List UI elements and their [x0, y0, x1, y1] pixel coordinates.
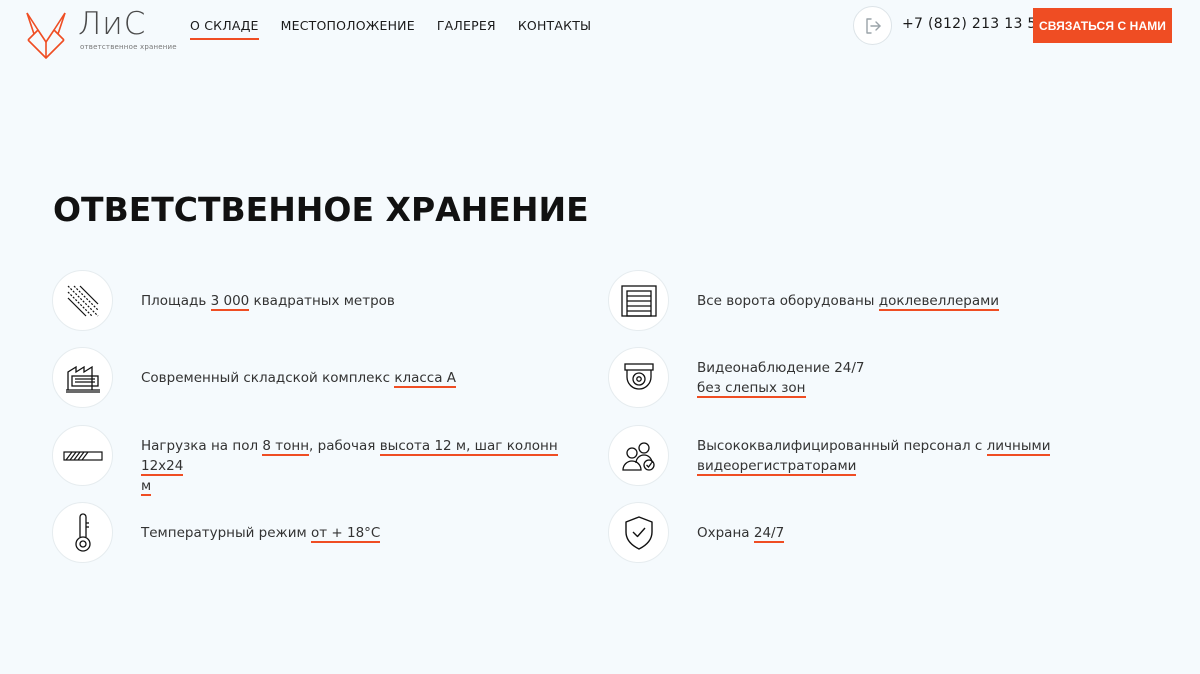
main-nav: О складе Местоположение Галерея Контакты — [190, 18, 591, 40]
feature-highlight: личными — [986, 438, 1051, 456]
nav-item-gallery[interactable]: Галерея — [437, 18, 496, 40]
nav-item-contacts[interactable]: Контакты — [518, 18, 591, 40]
staff-icon — [608, 425, 669, 486]
feature-highlight: видеорегистраторами — [697, 458, 857, 476]
feature-highlight: от + 18°С — [310, 525, 381, 543]
feature-highlight: класса А — [394, 370, 457, 388]
gate-icon — [608, 270, 669, 331]
feature-gates: Все ворота оборудованы доклевеллерами — [608, 270, 1168, 332]
page-title: ОТВЕТСТВЕННОЕ ХРАНЕНИЕ — [53, 190, 589, 229]
header: ЛиС ответственное хранение О складе Мест… — [0, 0, 1200, 60]
nav-item-location[interactable]: Местоположение — [281, 18, 415, 40]
feature-class: Современный складской комплекс класса А — [52, 347, 572, 409]
feature-highlight: 24/7 — [753, 525, 785, 543]
feature-highlight: м — [141, 478, 152, 496]
camera-icon — [608, 347, 669, 408]
feature-load-text: Нагрузка на пол 8 тонн, рабочая высота 1… — [141, 438, 558, 496]
feature-load: Нагрузка на пол 8 тонн, рабочая высота 1… — [52, 425, 572, 496]
area-hatch-icon — [52, 270, 113, 331]
floor-load-icon — [52, 425, 113, 486]
phone-number[interactable]: +7 (812) 213 13 55 — [902, 16, 1046, 32]
feature-highlight: доклевеллерами — [878, 293, 1000, 311]
feature-staff-text: Высококвалифицированный персонал с личны… — [697, 438, 1051, 476]
feature-security-text: Охрана 24/7 — [697, 525, 785, 543]
feature-highlight: 3 000 — [210, 293, 250, 311]
login-icon — [865, 17, 881, 34]
feature-temperature-text: Температурный режим от + 18°С — [141, 525, 381, 543]
warehouse-icon — [52, 347, 113, 408]
contact-us-button[interactable]: Связаться с нами — [1033, 8, 1172, 43]
feature-highlight: 8 тонн — [262, 438, 310, 456]
feature-area: Площадь 3 000 квадратных метров — [52, 270, 572, 332]
feature-cctv-text: Видеонаблюдение 24/7 без слепых зон — [697, 360, 865, 398]
feature-highlight: без слепых зон — [697, 380, 806, 398]
login-button[interactable] — [853, 6, 892, 45]
thermometer-icon — [52, 502, 113, 563]
nav-item-about[interactable]: О складе — [190, 18, 259, 40]
feature-staff: Высококвалифицированный персонал с личны… — [608, 425, 1168, 487]
logo[interactable]: ЛиС ответственное хранение — [24, 6, 177, 60]
logo-tagline: ответственное хранение — [80, 43, 177, 51]
feature-temperature: Температурный режим от + 18°С — [52, 502, 572, 564]
feature-class-text: Современный складской комплекс класса А — [141, 370, 457, 388]
feature-area-text: Площадь 3 000 квадратных метров — [141, 293, 395, 311]
shield-icon — [608, 502, 669, 563]
feature-cctv: Видеонаблюдение 24/7 без слепых зон — [608, 347, 1168, 409]
fox-logo-icon — [26, 12, 66, 59]
feature-gates-text: Все ворота оборудованы доклевеллерами — [697, 293, 1000, 311]
feature-security: Охрана 24/7 — [608, 502, 1168, 564]
logo-wordmark: ЛиС — [78, 6, 147, 42]
